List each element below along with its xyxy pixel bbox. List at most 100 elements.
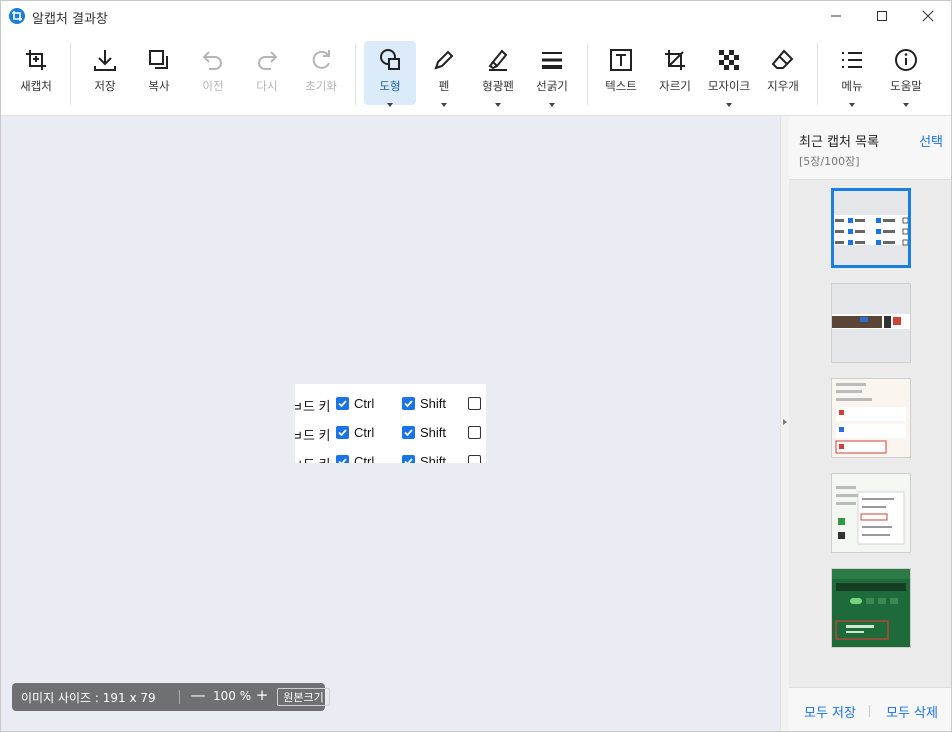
close-icon (922, 10, 934, 22)
panel-title: 최근 캡처 목록 (799, 135, 880, 150)
crop-add-icon (23, 47, 49, 73)
minimize-icon (831, 15, 841, 17)
toolbar-divider (355, 43, 356, 105)
pen-button[interactable]: 펜 (418, 41, 470, 107)
thumbnail-image (832, 569, 910, 647)
original-size-button[interactable]: 원본크기 (277, 688, 330, 706)
chevron-down-icon (495, 103, 501, 107)
capture-key-label: ㅂ드 키 (295, 428, 331, 443)
shape-button[interactable]: 도형 (364, 41, 416, 107)
footer-divider (869, 705, 870, 717)
capture-count: [5장/100장] (799, 155, 860, 168)
capture-row: ㅂ드 키 Ctrl Shift (295, 394, 486, 414)
select-button[interactable]: 선택 (919, 131, 943, 150)
maximize-icon (877, 11, 887, 21)
checkbox-checked-icon (336, 455, 349, 463)
zoom-out-button[interactable]: — (190, 686, 206, 704)
menu-label: 메뉴 (841, 79, 863, 93)
capture-row: ㅂ드 키 Ctrl Shift (295, 452, 486, 463)
recent-captures-panel: 최근 캡처 목록 선택 [5장/100장] 모두 저장 모두 삭제 (789, 116, 951, 731)
toolbar-divider (70, 43, 71, 105)
thumbnail-item[interactable] (831, 568, 911, 648)
chevron-right-icon (783, 419, 787, 425)
checkbox-checked-icon (336, 426, 349, 439)
close-button[interactable] (905, 1, 951, 31)
new-capture-button[interactable]: 새캡처 (10, 41, 62, 105)
shapes-icon (377, 47, 403, 73)
capture-ctrl-label: Ctrl (354, 454, 375, 463)
captured-image[interactable]: ㅂ드 키 Ctrl Shift ㅂ드 키 Ctrl Shift ㅂ드 키 Ctr… (295, 384, 486, 463)
refresh-icon (308, 47, 334, 73)
capture-shift-label: Shift (420, 425, 447, 440)
thumbnail-item[interactable] (831, 378, 911, 458)
copy-icon (146, 47, 172, 73)
capture-shift-label: Shift (420, 454, 447, 463)
eraser-label: 지우개 (767, 79, 799, 93)
text-label: 텍스트 (605, 79, 637, 93)
toolbar: 새캡처 저장 복사 이전 다시 초기화 도형 펜 형광펜 선굵기 텍스트 자르기… (1, 31, 951, 116)
zoom-in-button[interactable]: + (254, 686, 270, 704)
undo-label: 이전 (202, 79, 224, 93)
maximize-button[interactable] (859, 1, 905, 31)
checkbox-unchecked-icon (468, 397, 481, 410)
new-capture-label: 새캡처 (20, 79, 52, 93)
delete-all-button[interactable]: 모두 삭제 (886, 702, 938, 721)
text-icon (608, 47, 634, 73)
save-label: 저장 (94, 79, 116, 93)
line-width-icon (539, 47, 565, 73)
window-title: 알캡처 결과창 (32, 12, 108, 27)
chevron-down-icon (549, 103, 555, 107)
pen-icon (431, 47, 457, 73)
capture-ctrl-label: Ctrl (354, 396, 375, 411)
menu-button[interactable]: 메뉴 (826, 41, 878, 107)
eraser-button[interactable]: 지우개 (757, 41, 809, 105)
thumbnail-item[interactable] (831, 283, 911, 363)
app-window: 알캡처 결과창 새캡처 저장 복사 이전 다시 초기화 도형 펜 형광펜 선굵기… (0, 0, 952, 732)
checkbox-unchecked-icon (468, 426, 481, 439)
text-button[interactable]: 텍스트 (595, 41, 647, 105)
undo-button[interactable]: 이전 (187, 41, 239, 105)
redo-label: 다시 (256, 79, 278, 93)
thumbnail-list[interactable] (789, 179, 951, 688)
mosaic-icon (716, 47, 742, 73)
chevron-down-icon (387, 103, 393, 107)
mosaic-button[interactable]: 모자이크 (703, 41, 755, 107)
help-label: 도움말 (890, 79, 922, 93)
minimize-button[interactable] (813, 1, 859, 31)
reset-button[interactable]: 초기화 (295, 41, 347, 105)
highlighter-button[interactable]: 형광펜 (472, 41, 524, 107)
list-menu-icon (839, 47, 865, 73)
highlighter-label: 형광펜 (482, 79, 514, 93)
thumbnail-image (832, 379, 910, 457)
capture-key-label: ㅂ드 키 (295, 399, 331, 414)
line-width-button[interactable]: 선굵기 (526, 41, 578, 107)
redo-icon (254, 47, 280, 73)
crop-button[interactable]: 자르기 (649, 41, 701, 105)
mosaic-label: 모자이크 (707, 79, 751, 93)
chevron-down-icon (849, 103, 855, 107)
copy-button[interactable]: 복사 (133, 41, 185, 105)
save-button[interactable]: 저장 (79, 41, 131, 105)
thumbnail-item[interactable] (831, 473, 911, 553)
capture-row: ㅂ드 키 Ctrl Shift (295, 423, 486, 443)
highlighter-icon (485, 47, 511, 73)
app-crop-icon (9, 8, 25, 24)
status-bar: 이미지 사이즈 : 191 x 79 — 100 % + 원본크기 (12, 683, 330, 711)
zoom-level: 100 % (213, 689, 252, 703)
save-all-button[interactable]: 모두 저장 (804, 702, 856, 721)
toolbar-divider (817, 43, 818, 105)
pen-label: 펜 (438, 79, 450, 93)
checkbox-checked-icon (336, 397, 349, 410)
title-bar: 알캡처 결과창 (1, 1, 951, 31)
canvas-area[interactable]: ㅂ드 키 Ctrl Shift ㅂ드 키 Ctrl Shift ㅂ드 키 Ctr… (1, 116, 780, 731)
thumbnail-item[interactable] (831, 188, 911, 268)
help-button[interactable]: 도움말 (880, 41, 932, 107)
shape-label: 도형 (379, 79, 401, 93)
download-icon (92, 47, 118, 73)
chevron-down-icon (441, 103, 447, 107)
undo-icon (200, 47, 226, 73)
panel-splitter[interactable] (780, 116, 789, 731)
checkbox-checked-icon (402, 426, 415, 439)
redo-button[interactable]: 다시 (241, 41, 293, 105)
thumbnail-image (832, 284, 910, 362)
